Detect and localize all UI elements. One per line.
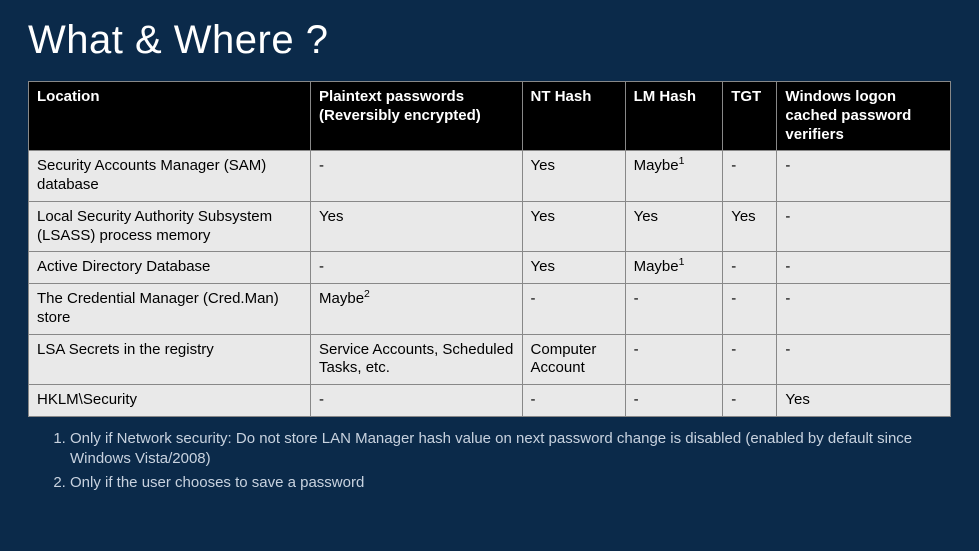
cell-plaintext: -: [311, 385, 523, 417]
cell-nthash: Computer Account: [522, 334, 625, 385]
col-verifiers: Windows logon cached password verifiers: [777, 82, 951, 151]
cell-tgt: -: [723, 385, 777, 417]
cell-verifiers: Yes: [777, 385, 951, 417]
footnotes-list: Only if Network security: Do not store L…: [28, 429, 951, 494]
cell-plaintext: Yes: [311, 201, 523, 252]
cell-nthash: -: [522, 385, 625, 417]
cell-lmhash: Maybe1: [625, 252, 723, 284]
table-header-row: Location Plaintext passwords (Reversibly…: [29, 82, 951, 151]
cell-lmhash: Yes: [625, 201, 723, 252]
cell-lmhash: Maybe1: [625, 151, 723, 202]
cell-verifiers: -: [777, 201, 951, 252]
cell-verifiers: -: [777, 334, 951, 385]
cell-tgt: -: [723, 334, 777, 385]
col-plaintext: Plaintext passwords (Reversibly encrypte…: [311, 82, 523, 151]
cell-location: HKLM\Security: [29, 385, 311, 417]
cell-lmhash: -: [625, 334, 723, 385]
cell-tgt: -: [723, 284, 777, 335]
cell-nthash: -: [522, 284, 625, 335]
cell-location: Active Directory Database: [29, 252, 311, 284]
cell-nthash: Yes: [522, 151, 625, 202]
cell-lmhash: -: [625, 385, 723, 417]
credential-location-table: Location Plaintext passwords (Reversibly…: [28, 81, 951, 417]
table-row: LSA Secrets in the registry Service Acco…: [29, 334, 951, 385]
col-nthash: NT Hash: [522, 82, 625, 151]
table-row: Security Accounts Manager (SAM) database…: [29, 151, 951, 202]
cell-tgt: -: [723, 252, 777, 284]
cell-location: Local Security Authority Subsystem (LSAS…: [29, 201, 311, 252]
cell-lmhash: -: [625, 284, 723, 335]
cell-plaintext: -: [311, 252, 523, 284]
col-lmhash: LM Hash: [625, 82, 723, 151]
table-row: The Credential Manager (Cred.Man) store …: [29, 284, 951, 335]
cell-plaintext: Maybe2: [311, 284, 523, 335]
col-location: Location: [29, 82, 311, 151]
cell-location: LSA Secrets in the registry: [29, 334, 311, 385]
cell-nthash: Yes: [522, 252, 625, 284]
cell-verifiers: -: [777, 252, 951, 284]
footnote-2: Only if the user chooses to save a passw…: [70, 473, 951, 493]
cell-nthash: Yes: [522, 201, 625, 252]
table-row: HKLM\Security - - - - Yes: [29, 385, 951, 417]
cell-tgt: Yes: [723, 201, 777, 252]
table-row: Local Security Authority Subsystem (LSAS…: [29, 201, 951, 252]
cell-plaintext: -: [311, 151, 523, 202]
cell-tgt: -: [723, 151, 777, 202]
col-tgt: TGT: [723, 82, 777, 151]
cell-location: Security Accounts Manager (SAM) database: [29, 151, 311, 202]
slide-title: What & Where ?: [28, 18, 951, 63]
cell-verifiers: -: [777, 284, 951, 335]
table-row: Active Directory Database - Yes Maybe1 -…: [29, 252, 951, 284]
cell-location: The Credential Manager (Cred.Man) store: [29, 284, 311, 335]
cell-plaintext: Service Accounts, Scheduled Tasks, etc.: [311, 334, 523, 385]
footnote-1: Only if Network security: Do not store L…: [70, 429, 951, 470]
cell-verifiers: -: [777, 151, 951, 202]
